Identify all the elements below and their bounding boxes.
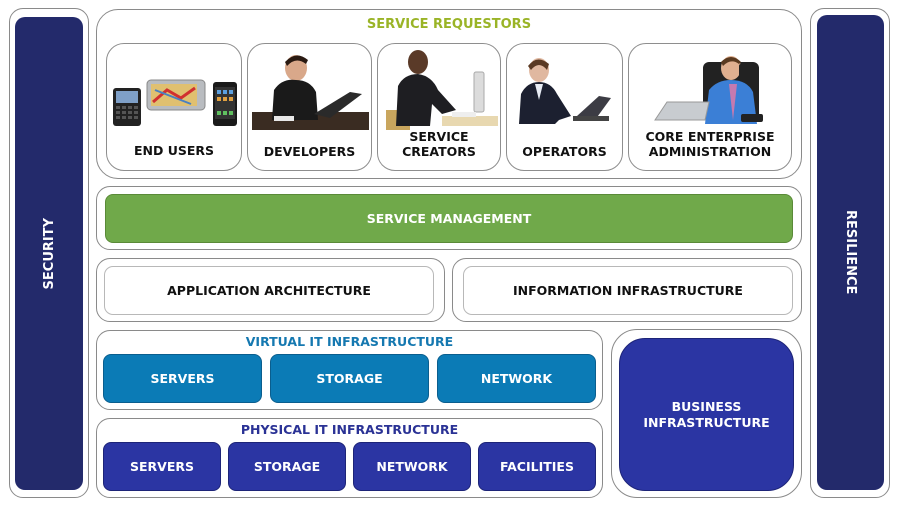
- resilience-pillar-frame: RESILIENCE: [810, 8, 890, 498]
- physical-facilities-box[interactable]: FACILITIES: [478, 442, 596, 491]
- service-requestors-title: SERVICE REQUESTORS: [366, 17, 532, 32]
- service-creators-label-line2: CREATORS: [402, 144, 476, 159]
- resilience-pillar[interactable]: RESILIENCE: [817, 15, 884, 490]
- developer-photo-icon: [252, 55, 369, 130]
- core-enterprise-label-line1: CORE ENTERPRISE: [645, 129, 775, 144]
- virtual-storage-label: STORAGE: [316, 371, 383, 386]
- physical-facilities-label: FACILITIES: [500, 459, 574, 474]
- information-infrastructure-label: INFORMATION INFRASTRUCTURE: [513, 283, 743, 298]
- administrator-photo-icon: [654, 56, 763, 124]
- security-pillar-frame: SECURITY: [9, 8, 89, 498]
- requestor-card-developers[interactable]: DEVELOPERS: [247, 43, 372, 171]
- business-infrastructure-box[interactable]: BUSINESS INFRASTRUCTURE: [619, 338, 794, 491]
- requestor-card-end-users[interactable]: END USERS: [106, 43, 242, 171]
- physical-storage-label: STORAGE: [253, 459, 321, 474]
- physical-servers-box[interactable]: SERVERS: [103, 442, 221, 491]
- service-management-label: SERVICE MANAGEMENT: [366, 211, 532, 226]
- operators-label: OPERATORS: [522, 144, 607, 159]
- core-enterprise-label-line2: ADMINISTRATION: [648, 144, 772, 159]
- information-infrastructure-frame: INFORMATION INFRASTRUCTURE: [452, 258, 802, 322]
- requestor-card-service-creators[interactable]: SERVICE CREATORS: [377, 43, 501, 171]
- service-creators-label-line1: SERVICE: [409, 129, 469, 144]
- service-management-frame: SERVICE MANAGEMENT: [96, 186, 802, 250]
- business-infrastructure-frame: BUSINESS INFRASTRUCTURE: [611, 329, 802, 498]
- business-infrastructure-line1: BUSINESS: [671, 398, 742, 414]
- physical-it-title: PHYSICAL IT INFRASTRUCTURE: [240, 422, 459, 437]
- application-architecture-frame: APPLICATION ARCHITECTURE: [96, 258, 445, 322]
- operator-photo-icon: [519, 58, 611, 124]
- security-pillar[interactable]: SECURITY: [15, 17, 83, 490]
- physical-network-box[interactable]: NETWORK: [353, 442, 471, 491]
- virtual-servers-box[interactable]: SERVERS: [103, 354, 262, 403]
- application-architecture-label: APPLICATION ARCHITECTURE: [167, 283, 371, 298]
- virtual-servers-label: SERVERS: [150, 371, 215, 386]
- physical-network-label: NETWORK: [376, 459, 448, 474]
- requestor-card-core-enterprise-administration[interactable]: CORE ENTERPRISE ADMINISTRATION: [628, 43, 792, 171]
- physical-servers-label: SERVERS: [129, 459, 194, 474]
- physical-it-infrastructure-panel: PHYSICAL IT INFRASTRUCTURE SERVERS STORA…: [96, 418, 603, 498]
- virtual-it-title: VIRTUAL IT INFRASTRUCTURE: [245, 334, 454, 349]
- service-management-bar[interactable]: SERVICE MANAGEMENT: [105, 194, 793, 243]
- mobile-devices-icon: [113, 79, 237, 126]
- information-infrastructure-box[interactable]: INFORMATION INFRASTRUCTURE: [463, 266, 793, 315]
- virtual-network-box[interactable]: NETWORK: [437, 354, 596, 403]
- resilience-label: RESILIENCE: [843, 210, 858, 295]
- business-infrastructure-line2: INFRASTRUCTURE: [643, 414, 770, 430]
- application-architecture-box[interactable]: APPLICATION ARCHITECTURE: [104, 266, 434, 315]
- virtual-it-infrastructure-panel: VIRTUAL IT INFRASTRUCTURE SERVERS STORAG…: [96, 330, 603, 410]
- security-label: SECURITY: [41, 217, 57, 290]
- requestor-card-operators[interactable]: OPERATORS: [506, 43, 623, 171]
- end-users-label: END USERS: [133, 143, 215, 158]
- developers-label: DEVELOPERS: [263, 144, 356, 159]
- virtual-storage-box[interactable]: STORAGE: [270, 354, 429, 403]
- service-creator-photo-icon: [386, 50, 498, 130]
- core-enterprise-label: CORE ENTERPRISE ADMINISTRATION: [629, 129, 791, 159]
- service-creators-label: SERVICE CREATORS: [378, 129, 500, 159]
- virtual-network-label: NETWORK: [480, 371, 553, 386]
- physical-storage-box[interactable]: STORAGE: [228, 442, 346, 491]
